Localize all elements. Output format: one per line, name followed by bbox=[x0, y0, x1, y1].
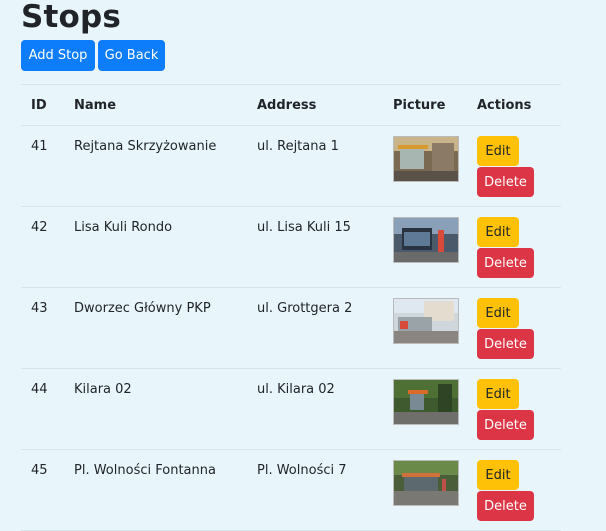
cell-picture bbox=[393, 287, 477, 369]
cell-name: Pl. Wolności Fontanna bbox=[74, 449, 257, 531]
edit-button[interactable]: Edit bbox=[477, 379, 519, 409]
stop-picture bbox=[393, 136, 459, 182]
table-body: 41 Rejtana Skrzyżowanie ul. Rejtana 1 Ed… bbox=[21, 125, 561, 531]
cell-address: ul. Kilara 02 bbox=[257, 368, 393, 450]
stop-id: 45 bbox=[31, 463, 48, 478]
cell-actions: Edit Delete bbox=[477, 125, 561, 207]
header-address: Address bbox=[257, 84, 393, 126]
add-stop-button[interactable]: Add Stop bbox=[21, 40, 95, 71]
table-row: 44 Kilara 02 ul. Kilara 02 Edit Delete bbox=[21, 368, 561, 450]
cell-picture bbox=[393, 206, 477, 288]
stop-name: Pl. Wolności Fontanna bbox=[74, 463, 216, 478]
row-actions: Edit Delete bbox=[477, 450, 561, 521]
table-row: 45 Pl. Wolności Fontanna Pl. Wolności 7 … bbox=[21, 449, 561, 531]
cell-address: Pl. Wolności 7 bbox=[257, 449, 393, 531]
stop-address: ul. Kilara 02 bbox=[257, 382, 335, 397]
stop-name: Kilara 02 bbox=[74, 382, 132, 397]
stop-address: Pl. Wolności 7 bbox=[257, 463, 347, 478]
stop-picture bbox=[393, 217, 459, 263]
stops-table: ID Name Address Picture Actions 41 Rejta… bbox=[21, 84, 561, 531]
delete-button[interactable]: Delete bbox=[477, 167, 534, 197]
cell-actions: Edit Delete bbox=[477, 368, 561, 450]
cell-id: 43 bbox=[21, 287, 74, 369]
cell-picture bbox=[393, 125, 477, 207]
stop-name: Dworzec Główny PKP bbox=[74, 301, 211, 316]
stop-picture bbox=[393, 379, 459, 425]
header-picture: Picture bbox=[393, 84, 477, 126]
go-back-button[interactable]: Go Back bbox=[98, 40, 165, 71]
stop-picture bbox=[393, 460, 459, 506]
table-row: 41 Rejtana Skrzyżowanie ul. Rejtana 1 Ed… bbox=[21, 125, 561, 207]
cell-id: 41 bbox=[21, 125, 74, 207]
page-title: Stops bbox=[21, 0, 122, 35]
cell-actions: Edit Delete bbox=[477, 449, 561, 531]
row-actions: Edit Delete bbox=[477, 207, 561, 278]
stop-name: Lisa Kuli Rondo bbox=[74, 220, 173, 235]
edit-button[interactable]: Edit bbox=[477, 136, 519, 166]
stop-id: 41 bbox=[31, 139, 48, 154]
cell-picture bbox=[393, 449, 477, 531]
stop-id: 43 bbox=[31, 301, 48, 316]
cell-picture bbox=[393, 368, 477, 450]
stop-address: ul. Lisa Kuli 15 bbox=[257, 220, 351, 235]
stop-name: Rejtana Skrzyżowanie bbox=[74, 139, 217, 154]
table-header: ID Name Address Picture Actions bbox=[21, 84, 561, 126]
cell-name: Lisa Kuli Rondo bbox=[74, 206, 257, 288]
row-actions: Edit Delete bbox=[477, 288, 561, 359]
cell-name: Rejtana Skrzyżowanie bbox=[74, 125, 257, 207]
cell-id: 45 bbox=[21, 449, 74, 531]
cell-address: ul. Grottgera 2 bbox=[257, 287, 393, 369]
edit-button[interactable]: Edit bbox=[477, 298, 519, 328]
row-actions: Edit Delete bbox=[477, 369, 561, 440]
header-id: ID bbox=[21, 84, 74, 126]
stop-address: ul. Grottgera 2 bbox=[257, 301, 353, 316]
cell-address: ul. Rejtana 1 bbox=[257, 125, 393, 207]
stop-picture bbox=[393, 298, 459, 344]
stop-id: 44 bbox=[31, 382, 48, 397]
cell-id: 44 bbox=[21, 368, 74, 450]
delete-button[interactable]: Delete bbox=[477, 491, 534, 521]
table-row: 42 Lisa Kuli Rondo ul. Lisa Kuli 15 Edit… bbox=[21, 206, 561, 288]
edit-button[interactable]: Edit bbox=[477, 460, 519, 490]
header-actions: Actions bbox=[477, 84, 561, 126]
header-row: ID Name Address Picture Actions bbox=[21, 84, 561, 126]
cell-actions: Edit Delete bbox=[477, 206, 561, 288]
delete-button[interactable]: Delete bbox=[477, 329, 534, 359]
stops-table-container: ID Name Address Picture Actions 41 Rejta… bbox=[21, 84, 561, 531]
stop-id: 42 bbox=[31, 220, 48, 235]
edit-button[interactable]: Edit bbox=[477, 217, 519, 247]
stop-address: ul. Rejtana 1 bbox=[257, 139, 339, 154]
cell-address: ul. Lisa Kuli 15 bbox=[257, 206, 393, 288]
row-actions: Edit Delete bbox=[477, 126, 561, 197]
cell-actions: Edit Delete bbox=[477, 287, 561, 369]
delete-button[interactable]: Delete bbox=[477, 248, 534, 278]
cell-id: 42 bbox=[21, 206, 74, 288]
cell-name: Kilara 02 bbox=[74, 368, 257, 450]
cell-name: Dworzec Główny PKP bbox=[74, 287, 257, 369]
header-name: Name bbox=[74, 84, 257, 126]
delete-button[interactable]: Delete bbox=[477, 410, 534, 440]
table-row: 43 Dworzec Główny PKP ul. Grottgera 2 Ed… bbox=[21, 287, 561, 369]
